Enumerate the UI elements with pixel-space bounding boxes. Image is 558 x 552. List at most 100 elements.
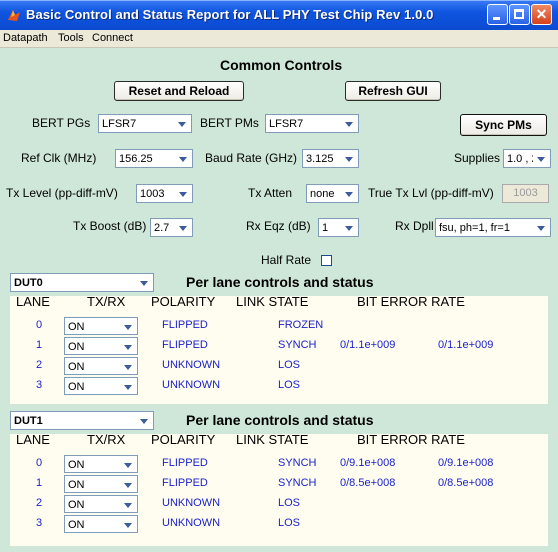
polarity-value: FLIPPED: [162, 339, 208, 351]
txrx-select[interactable]: ON: [64, 475, 138, 493]
true-tx-lvl-label: True Tx Lvl (pp-diff-mV): [368, 186, 494, 200]
rx-eqz-select[interactable]: 1: [318, 218, 359, 237]
chevron-down-icon: [136, 275, 152, 290]
chevron-down-icon: [175, 151, 191, 166]
chevron-down-icon: [533, 151, 549, 166]
chevron-down-icon: [120, 379, 136, 393]
polarity-value: FLIPPED: [162, 319, 208, 331]
chevron-down-icon: [175, 186, 191, 201]
chevron-down-icon: [341, 220, 357, 235]
col-polarity-header: POLARITY: [151, 294, 216, 309]
link-state-value: LOS: [278, 517, 301, 529]
col-link-state-header: LINK STATE: [236, 432, 309, 447]
ber-value-1: 0/8.5e+008: [340, 477, 396, 489]
rx-dpll-label: Rx Dpll: [395, 219, 434, 233]
bert-pgs-select[interactable]: LFSR7: [98, 114, 192, 133]
lane-number: 0: [36, 319, 43, 331]
col-ber-header: BIT ERROR RATE: [357, 294, 465, 309]
txrx-select[interactable]: ON: [64, 515, 138, 533]
link-state-value: LOS: [278, 379, 301, 391]
link-state-value: SYNCH: [278, 457, 317, 469]
txrx-select[interactable]: ON: [64, 455, 138, 473]
chevron-down-icon: [341, 116, 357, 131]
col-lane-header: LANE: [16, 294, 50, 309]
chevron-down-icon: [136, 413, 152, 428]
chevron-down-icon: [120, 477, 136, 491]
menu-connect[interactable]: Connect: [92, 32, 133, 44]
chevron-down-icon: [533, 220, 549, 235]
tx-atten-label: Tx Atten: [248, 186, 293, 200]
dut-select[interactable]: DUT1: [10, 411, 154, 430]
tx-level-label: Tx Level (pp-diff-mV): [6, 186, 118, 200]
supplies-select[interactable]: 1.0 , 2.5: [503, 149, 551, 168]
txrx-select[interactable]: ON: [64, 357, 138, 375]
bert-pms-select[interactable]: LFSR7: [265, 114, 359, 133]
ber-value-2: 0/9.1e+008: [438, 457, 494, 469]
chevron-down-icon: [120, 339, 136, 353]
baud-rate-select[interactable]: 3.125: [302, 149, 359, 168]
txrx-select[interactable]: ON: [64, 317, 138, 335]
ber-value-2: 0/8.5e+008: [438, 477, 494, 489]
chevron-down-icon: [120, 359, 136, 373]
minimize-button[interactable]: [487, 4, 508, 25]
menu-datapath[interactable]: Datapath: [3, 32, 48, 44]
dut-select[interactable]: DUT0: [10, 273, 154, 292]
reset-reload-button[interactable]: Reset and Reload: [114, 81, 244, 101]
tx-boost-label: Tx Boost (dB): [73, 219, 147, 233]
polarity-value: FLIPPED: [162, 457, 208, 469]
bert-pgs-label: BERT PGs: [32, 116, 91, 130]
col-txrx-header: TX/RX: [87, 432, 126, 447]
link-state-value: SYNCH: [278, 477, 317, 489]
title-bar[interactable]: Basic Control and Status Report for ALL …: [0, 0, 558, 30]
lane-number: 2: [36, 497, 43, 509]
close-icon: ✕: [535, 6, 548, 22]
chevron-down-icon: [341, 151, 357, 166]
polarity-value: FLIPPED: [162, 477, 208, 489]
txrx-select[interactable]: ON: [64, 337, 138, 355]
ber-value-1: 0/9.1e+008: [340, 457, 396, 469]
chevron-down-icon: [341, 186, 357, 201]
txrx-select[interactable]: ON: [64, 377, 138, 395]
col-polarity-header: POLARITY: [151, 432, 216, 447]
tx-level-select[interactable]: 1003: [136, 184, 193, 203]
link-state-value: LOS: [278, 359, 301, 371]
polarity-value: UNKNOWN: [162, 497, 221, 509]
ber-value-1: 0/1.1e+009: [340, 339, 396, 351]
true-tx-lvl-field: 1003: [502, 184, 549, 203]
maximize-button[interactable]: [509, 4, 530, 25]
ref-clk-select[interactable]: 156.25: [115, 149, 193, 168]
tx-boost-select[interactable]: 2.7: [150, 218, 193, 237]
per-lane-title: Per lane controls and status: [186, 412, 374, 428]
txrx-select[interactable]: ON: [64, 495, 138, 513]
per-lane-title: Per lane controls and status: [186, 274, 374, 290]
window-title: Basic Control and Status Report for ALL …: [26, 7, 434, 22]
app-icon: [8, 10, 20, 21]
menu-tools[interactable]: Tools: [58, 32, 84, 44]
close-button[interactable]: ✕: [531, 4, 552, 25]
tx-atten-select[interactable]: none: [306, 184, 359, 203]
polarity-value: UNKNOWN: [162, 359, 221, 371]
lane-number: 1: [36, 339, 43, 351]
chevron-down-icon: [175, 220, 191, 235]
lane-number: 1: [36, 477, 43, 489]
lane-number: 2: [36, 359, 43, 371]
rx-eqz-label: Rx Eqz (dB): [246, 219, 311, 233]
chevron-down-icon: [120, 497, 136, 511]
lane-number: 3: [36, 517, 43, 529]
half-rate-checkbox[interactable]: [321, 255, 332, 266]
app-window: Basic Control and Status Report for ALL …: [0, 0, 558, 552]
baud-rate-label: Baud Rate (GHz): [205, 151, 298, 165]
chevron-down-icon: [174, 116, 190, 131]
refresh-gui-button[interactable]: Refresh GUI: [345, 81, 441, 101]
lane-number: 3: [36, 379, 43, 391]
col-txrx-header: TX/RX: [87, 294, 126, 309]
link-state-value: LOS: [278, 497, 301, 509]
chevron-down-icon: [120, 457, 136, 471]
supplies-label: Supplies: [454, 151, 501, 165]
rx-dpll-select[interactable]: fsu, ph=1, fr=1: [435, 218, 551, 237]
sync-pms-button[interactable]: Sync PMs: [460, 114, 547, 136]
link-state-value: FROZEN: [278, 319, 324, 331]
col-ber-header: BIT ERROR RATE: [357, 432, 465, 447]
half-rate-label: Half Rate: [261, 253, 312, 267]
ref-clk-label: Ref Clk (MHz): [21, 151, 97, 165]
